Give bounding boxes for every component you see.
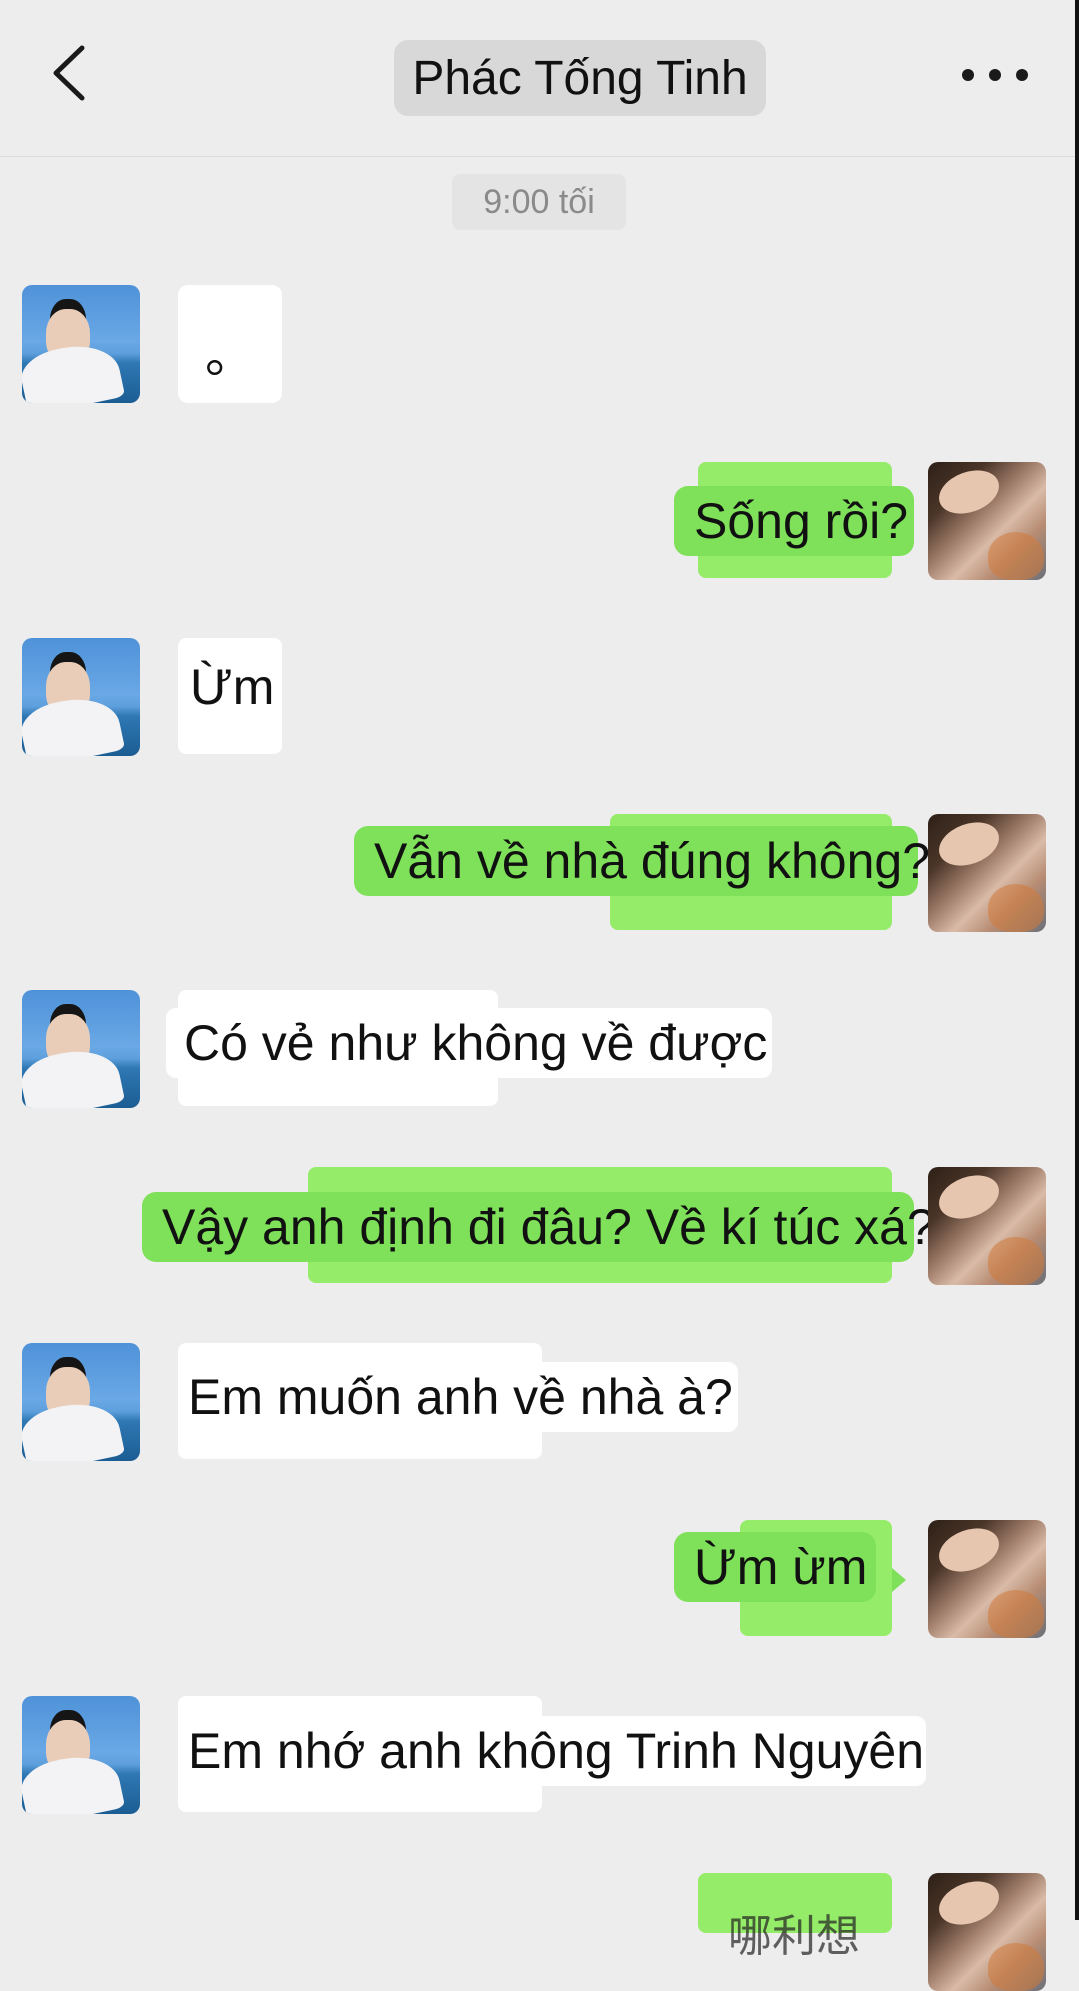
user-avatar[interactable] <box>928 462 1046 580</box>
message-bubble-incoming[interactable]: Ừm <box>178 654 282 720</box>
message-bubble-outgoing[interactable]: Ừm ừm <box>674 1532 876 1602</box>
contact-avatar[interactable] <box>22 638 140 756</box>
user-avatar[interactable] <box>928 1873 1046 1991</box>
contact-avatar[interactable] <box>22 990 140 1108</box>
chevron-left-icon[interactable] <box>44 42 94 104</box>
message-bubble-outgoing[interactable]: Vẫn về nhà đúng không? <box>354 826 930 896</box>
message-bubble-incoming[interactable]: Em muốn anh về nhà à? <box>178 1362 738 1432</box>
message-bubble-outgoing[interactable]: Sống rồi? <box>674 486 914 556</box>
contact-avatar[interactable] <box>22 285 140 403</box>
user-avatar[interactable] <box>928 1520 1046 1638</box>
chat-header: Phác Tống Tinh <box>0 0 1079 157</box>
message-bubble-incoming[interactable]: Có vẻ như không về được <box>166 1008 772 1078</box>
bubble-tail <box>892 1568 906 1592</box>
message-timestamp: 9:00 tối <box>452 174 626 230</box>
user-avatar[interactable] <box>928 814 1046 932</box>
screen-edge <box>1075 0 1079 1920</box>
user-avatar[interactable] <box>928 1167 1046 1285</box>
message-bubble-incoming[interactable]: 。 <box>178 285 282 403</box>
more-horizontal-icon[interactable] <box>962 58 1028 92</box>
message-bubble-incoming[interactable]: Em nhớ anh không Trinh Nguyên <box>178 1716 926 1786</box>
chat-title[interactable]: Phác Tống Tinh <box>394 40 766 116</box>
message-bubble-outgoing[interactable]: Vậy anh định đi đâu? Về kí túc xá? <box>142 1192 935 1262</box>
message-partial-text: 哪利想 <box>728 1912 860 1961</box>
contact-avatar[interactable] <box>22 1696 140 1814</box>
contact-avatar[interactable] <box>22 1343 140 1461</box>
